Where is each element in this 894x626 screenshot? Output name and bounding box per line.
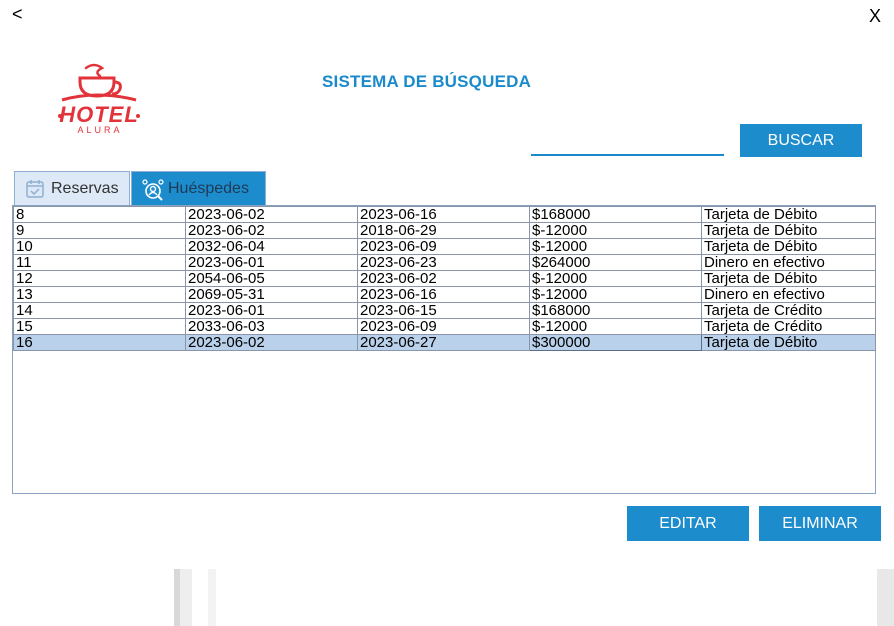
guests-search-icon xyxy=(142,178,164,201)
table-cell[interactable]: 2023-06-16 xyxy=(357,286,530,303)
tab-huespedes[interactable]: Huéspedes xyxy=(131,171,266,205)
table-cell[interactable]: 2023-06-09 xyxy=(357,318,530,335)
table-cell[interactable]: $300000 xyxy=(529,334,702,351)
table-cell[interactable]: Tarjeta de Débito xyxy=(701,238,876,255)
table-cell[interactable]: 2054-06-05 xyxy=(185,270,358,287)
table-cell[interactable]: 2023-06-02 xyxy=(357,270,530,287)
table-cell[interactable]: 2023-06-16 xyxy=(357,206,530,223)
table-cell[interactable]: 2023-06-01 xyxy=(185,254,358,271)
delete-button[interactable]: ELIMINAR xyxy=(759,506,881,541)
table-row[interactable]: 15 2033-06-03 2023-06-09 $-12000 Tarjeta de … xyxy=(13,318,876,335)
table-row[interactable]: 14 2023-06-01 2023-06-15 $168000 Tarjeta de … xyxy=(13,302,876,319)
table-cell[interactable]: 2023-06-15 xyxy=(357,302,530,319)
close-button[interactable]: X xyxy=(869,6,881,27)
svg-text:ALURA: ALURA xyxy=(77,125,122,135)
reservations-table: 8 2023-06-02 2023-06-16 $168000 Tarjeta de D… xyxy=(13,206,876,351)
table-cell[interactable]: 11 xyxy=(13,254,186,271)
table-cell[interactable]: 2032-06-04 xyxy=(185,238,358,255)
table-cell[interactable]: Tarjeta de Crédito xyxy=(701,302,876,319)
table-cell[interactable]: $-12000 xyxy=(529,318,702,335)
table-cell[interactable]: 16 xyxy=(13,334,186,351)
table-cell[interactable]: Tarjeta de Débito xyxy=(701,270,876,287)
scrollbar-track xyxy=(877,569,894,626)
table-cell[interactable]: $264000 xyxy=(529,254,702,271)
edit-button[interactable]: EDITAR xyxy=(627,506,749,541)
table-cell[interactable]: Dinero en efectivo xyxy=(701,254,876,271)
table-cell[interactable]: 2023-06-27 xyxy=(357,334,530,351)
table-cell[interactable]: $-12000 xyxy=(529,222,702,239)
table-cell[interactable]: 10 xyxy=(13,238,186,255)
svg-text:HOTEL: HOTEL xyxy=(59,102,139,127)
tab-huespedes-label: Huéspedes xyxy=(168,179,249,197)
table-cell[interactable]: 2033-06-03 xyxy=(185,318,358,335)
table-cell[interactable]: 2018-06-29 xyxy=(357,222,530,239)
table-cell[interactable]: 2069-05-31 xyxy=(185,286,358,303)
table-cell[interactable]: Tarjeta de Crédito xyxy=(701,318,876,335)
table-cell[interactable]: Tarjeta de Débito xyxy=(701,222,876,239)
table-cell[interactable]: 2023-06-02 xyxy=(185,334,358,351)
search-button[interactable]: BUSCAR xyxy=(740,124,862,157)
table-cell[interactable]: 2023-06-23 xyxy=(357,254,530,271)
search-input[interactable] xyxy=(531,126,724,156)
table-row[interactable]: 16 2023-06-02 2023-06-27 $300000 Tarjeta de … xyxy=(13,334,876,351)
table-cell[interactable]: Tarjeta de Débito xyxy=(701,334,876,351)
table-cell[interactable]: 14 xyxy=(13,302,186,319)
table-cell[interactable]: 2023-06-01 xyxy=(185,302,358,319)
table-row[interactable]: 11 2023-06-01 2023-06-23 $264000 Dinero en e… xyxy=(13,254,876,271)
table-row[interactable]: 13 2069-05-31 2023-06-16 $-12000 Dinero en e… xyxy=(13,286,876,303)
table-cell[interactable]: Dinero en efectivo xyxy=(701,286,876,303)
tab-reservas[interactable]: Reservas xyxy=(14,171,130,205)
table-row[interactable]: 8 2023-06-02 2023-06-16 $168000 Tarjeta de D… xyxy=(13,206,876,223)
table-cell[interactable]: 8 xyxy=(13,206,186,223)
table-row[interactable]: 9 2023-06-02 2018-06-29 $-12000 Tarjeta de D… xyxy=(13,222,876,239)
logo-cup-icon: HOTEL ALURA xyxy=(58,63,140,135)
table-row[interactable]: 10 2032-06-04 2023-06-09 $-12000 Tarjeta de … xyxy=(13,238,876,255)
table-cell[interactable]: 2023-06-02 xyxy=(185,222,358,239)
table-cell[interactable]: Tarjeta de Débito xyxy=(701,206,876,223)
reservations-table-panel: 8 2023-06-02 2023-06-16 $168000 Tarjeta de D… xyxy=(12,205,876,494)
table-cell[interactable]: 15 xyxy=(13,318,186,335)
table-cell[interactable]: 9 xyxy=(13,222,186,239)
tab-reservas-label: Reservas xyxy=(51,179,119,197)
table-cell[interactable]: 12 xyxy=(13,270,186,287)
table-cell[interactable]: 13 xyxy=(13,286,186,303)
scrollbar-track xyxy=(208,569,216,626)
scrollbar-track xyxy=(180,569,192,626)
page-title: SISTEMA DE BÚSQUEDA xyxy=(322,72,532,91)
table-row[interactable]: 12 2054-06-05 2023-06-02 $-12000 Tarjeta de … xyxy=(13,270,876,287)
table-cell[interactable]: 2023-06-02 xyxy=(185,206,358,223)
table-cell[interactable]: $-12000 xyxy=(529,286,702,303)
calendar-check-icon xyxy=(25,179,45,199)
table-cell[interactable]: $-12000 xyxy=(529,238,702,255)
table-cell[interactable]: $168000 xyxy=(529,302,702,319)
table-cell[interactable]: $-12000 xyxy=(529,270,702,287)
hotel-alura-logo: HOTEL ALURA xyxy=(54,62,144,137)
back-button[interactable]: < xyxy=(12,4,23,25)
table-cell[interactable]: $168000 xyxy=(529,206,702,223)
table-cell[interactable]: 2023-06-09 xyxy=(357,238,530,255)
